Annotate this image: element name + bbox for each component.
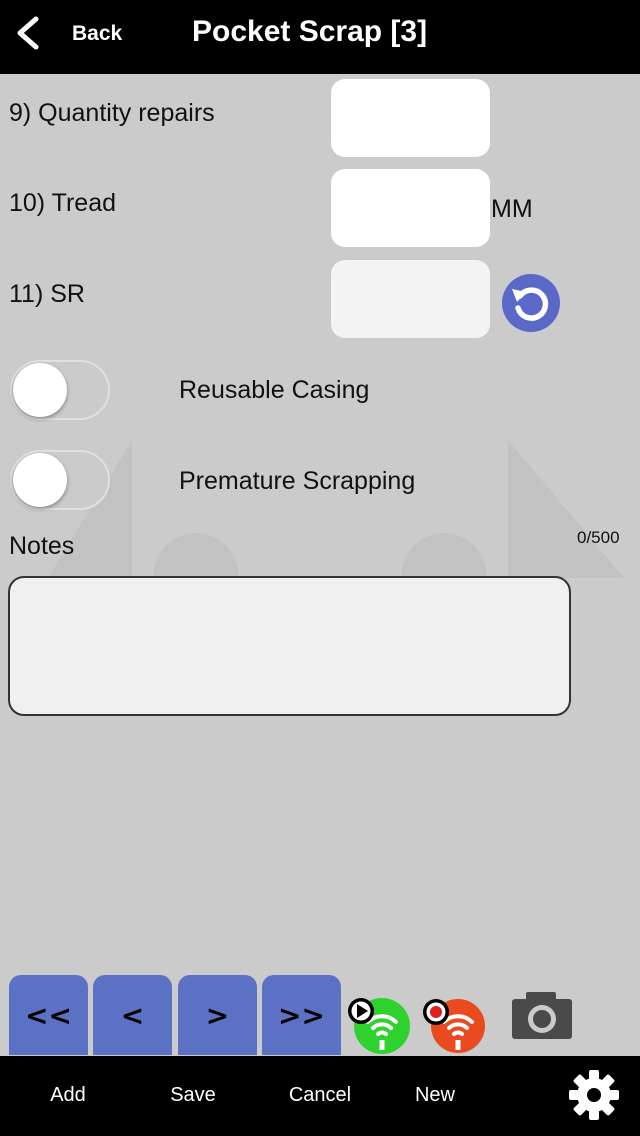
refresh-icon[interactable] bbox=[501, 273, 561, 333]
new-button[interactable]: New bbox=[405, 1081, 465, 1109]
toggle-knob bbox=[13, 453, 67, 507]
last-record-button[interactable]: >> bbox=[262, 975, 341, 1055]
premature-scrapping-toggle[interactable] bbox=[10, 450, 110, 510]
chevron-left-icon[interactable] bbox=[10, 16, 44, 50]
premature-scrapping-label: Premature Scrapping bbox=[179, 467, 416, 495]
tread-unit-label: MM bbox=[491, 195, 533, 223]
save-button[interactable]: Save bbox=[160, 1081, 226, 1109]
camera-icon[interactable] bbox=[509, 990, 575, 1042]
previous-record-button[interactable]: < bbox=[93, 975, 172, 1055]
sr-label: 11) SR bbox=[9, 280, 85, 308]
page-title: Pocket Scrap [3] bbox=[192, 15, 428, 48]
gear-icon[interactable] bbox=[567, 1068, 621, 1122]
reusable-casing-toggle[interactable] bbox=[10, 360, 110, 420]
notes-textarea[interactable] bbox=[8, 576, 571, 716]
toggle-knob bbox=[13, 363, 67, 417]
notes-label: Notes bbox=[9, 532, 75, 560]
wifi-record-icon[interactable] bbox=[420, 996, 486, 1056]
wifi-play-icon[interactable] bbox=[346, 996, 412, 1056]
quantity-repairs-input[interactable] bbox=[331, 79, 490, 157]
first-record-button[interactable]: << bbox=[9, 975, 88, 1055]
tread-label: 10) Tread bbox=[9, 189, 117, 217]
next-record-button[interactable]: > bbox=[178, 975, 257, 1055]
cancel-button[interactable]: Cancel bbox=[279, 1081, 361, 1109]
reusable-casing-label: Reusable Casing bbox=[179, 376, 370, 404]
back-button[interactable]: Back bbox=[72, 20, 122, 48]
sr-input[interactable] bbox=[331, 260, 490, 338]
notes-character-counter: 0/500 bbox=[577, 528, 620, 547]
tread-input[interactable] bbox=[331, 169, 490, 247]
add-button[interactable]: Add bbox=[36, 1081, 100, 1109]
quantity-repairs-label: 9) Quantity repairs bbox=[9, 99, 215, 127]
